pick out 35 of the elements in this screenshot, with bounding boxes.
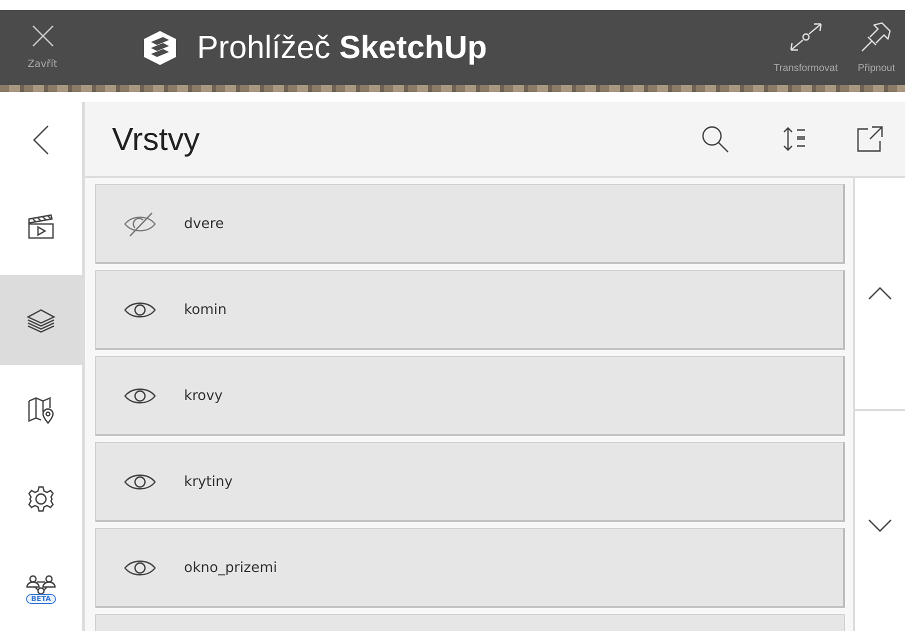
- layer-row[interactable]: komin: [95, 270, 845, 350]
- logo-icon: [143, 30, 177, 66]
- pin-icon: [860, 21, 892, 53]
- settings-icon: [27, 485, 55, 513]
- app-title: Prohlížeč SketchUp: [197, 29, 487, 66]
- close-icon: [32, 25, 54, 47]
- layer-row[interactable]: okno_prizemi: [95, 528, 845, 608]
- layer-name: krovy: [184, 388, 223, 404]
- sort-icon: [782, 126, 808, 152]
- layers-icon: [26, 307, 56, 333]
- eye-icon[interactable]: [123, 300, 157, 320]
- layer-row[interactable]: krovy: [95, 356, 845, 436]
- layer-row[interactable]: dvere: [95, 184, 845, 264]
- resize-arrows-icon: [788, 21, 824, 53]
- external-link-icon: [856, 125, 884, 153]
- pin-button[interactable]: Připnout: [854, 21, 899, 74]
- sidebar-item[interactable]: [0, 275, 82, 365]
- transform-button[interactable]: Transformovat: [770, 21, 842, 74]
- chevron-down-icon: [868, 518, 892, 533]
- eye-hidden-icon[interactable]: [123, 210, 157, 236]
- chevron-up-icon: [868, 286, 892, 300]
- eye-icon[interactable]: [123, 386, 157, 406]
- layer-row[interactable]: krytiny: [95, 442, 845, 522]
- layer-name: okno_prizemi: [184, 560, 278, 576]
- search-icon: [700, 124, 730, 154]
- eye-icon[interactable]: [123, 472, 157, 492]
- eye-icon[interactable]: [123, 558, 157, 578]
- close-button[interactable]: Zavřít: [0, 10, 85, 85]
- back-chevron-icon: [33, 125, 49, 155]
- layer-name: krytiny: [184, 474, 233, 490]
- map-pin-icon: [27, 396, 55, 424]
- layer-name: komin: [184, 302, 227, 318]
- layer-name: dvere: [184, 216, 224, 232]
- video-clip-icon: [27, 214, 55, 240]
- panel-title: Vrstvy: [112, 120, 201, 158]
